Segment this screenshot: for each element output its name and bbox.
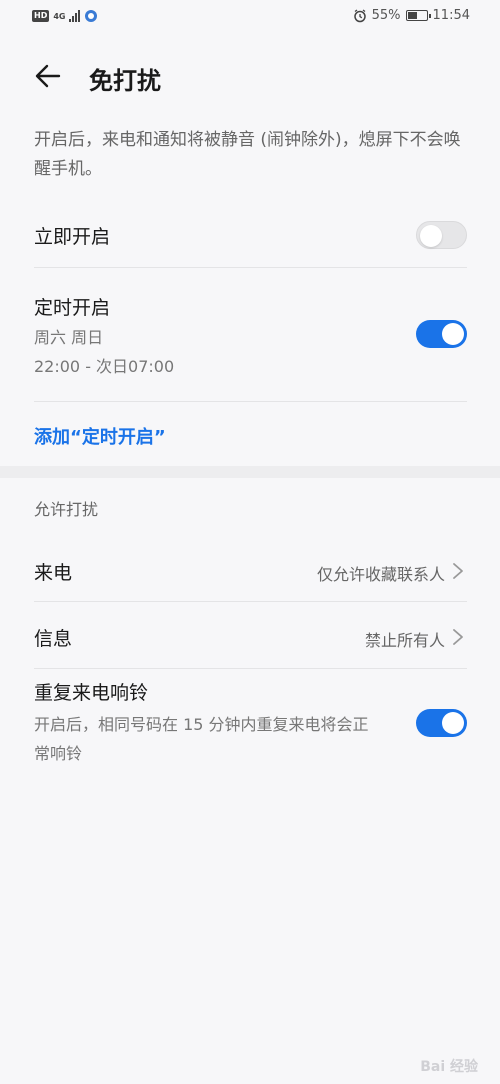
immediate-enable-label: 立即开启: [34, 226, 111, 248]
alarm-icon: [353, 8, 366, 22]
messages-row[interactable]: 信息 禁止所有人: [34, 606, 467, 666]
chevron-right-icon: [453, 563, 463, 579]
scheduled-days: 周六 周日: [34, 328, 104, 347]
immediate-enable-toggle[interactable]: [416, 221, 467, 249]
calls-row[interactable]: 来电 仅允许收藏联系人: [34, 540, 467, 600]
repeat-calls-description: 开启后，相同号码在 15 分钟内重复来电将会正常响铃: [34, 715, 369, 763]
calls-value: 仅允许收藏联系人: [316, 565, 445, 584]
repeat-calls-label: 重复来电响铃: [34, 682, 149, 704]
calls-label: 来电: [34, 562, 73, 584]
battery-icon: [405, 10, 431, 21]
hd-badge: HD: [32, 10, 50, 22]
status-bar: HD 4G 55% 11:54: [0, 0, 500, 34]
toggle-knob: [442, 712, 464, 734]
scheduled-enable-label: 定时开启: [34, 297, 111, 319]
battery-percent: 55%: [371, 8, 401, 23]
status-left: HD 4G: [32, 9, 98, 23]
repeat-calls-row[interactable]: 重复来电响铃 开启后，相同号码在 15 分钟内重复来电将会正常响铃: [34, 676, 467, 776]
scheduled-time-range: 22:00 - 次日07:00: [34, 357, 175, 376]
chevron-right-icon: [453, 629, 463, 645]
watermark-logo: Bai 经验: [420, 1059, 478, 1075]
app-notification-icon: [85, 10, 98, 22]
immediate-enable-row[interactable]: 立即开启: [34, 206, 467, 266]
divider: [34, 668, 467, 669]
signal-icon: [69, 10, 81, 22]
allow-section-title: 允许打扰: [34, 500, 99, 519]
section-separator: [0, 466, 500, 478]
toggle-knob: [420, 225, 442, 247]
clock: 11:54: [432, 8, 470, 23]
page-title: 免打扰: [89, 67, 161, 95]
messages-label: 信息: [34, 628, 73, 650]
status-right: 55% 11:54: [353, 8, 470, 23]
arrow-left-icon: [35, 64, 61, 88]
scheduled-enable-toggle[interactable]: [416, 320, 467, 348]
scheduled-enable-row[interactable]: 定时开启 周六 周日 22:00 - 次日07:00: [34, 280, 467, 400]
messages-value: 禁止所有人: [364, 631, 445, 650]
network-type: 4G: [53, 11, 66, 21]
add-schedule-link[interactable]: 添加“定时开启”: [34, 423, 166, 449]
description-text: 开启后，来电和通知将被静音 (闹钟除外)，熄屏下不会唤醒手机。: [34, 130, 461, 179]
toggle-knob: [442, 323, 464, 345]
repeat-calls-toggle[interactable]: [416, 709, 467, 737]
divider: [34, 601, 467, 602]
back-button[interactable]: [30, 58, 66, 94]
divider: [34, 401, 467, 402]
divider: [34, 267, 467, 268]
app-bar: 免打扰: [0, 50, 500, 100]
